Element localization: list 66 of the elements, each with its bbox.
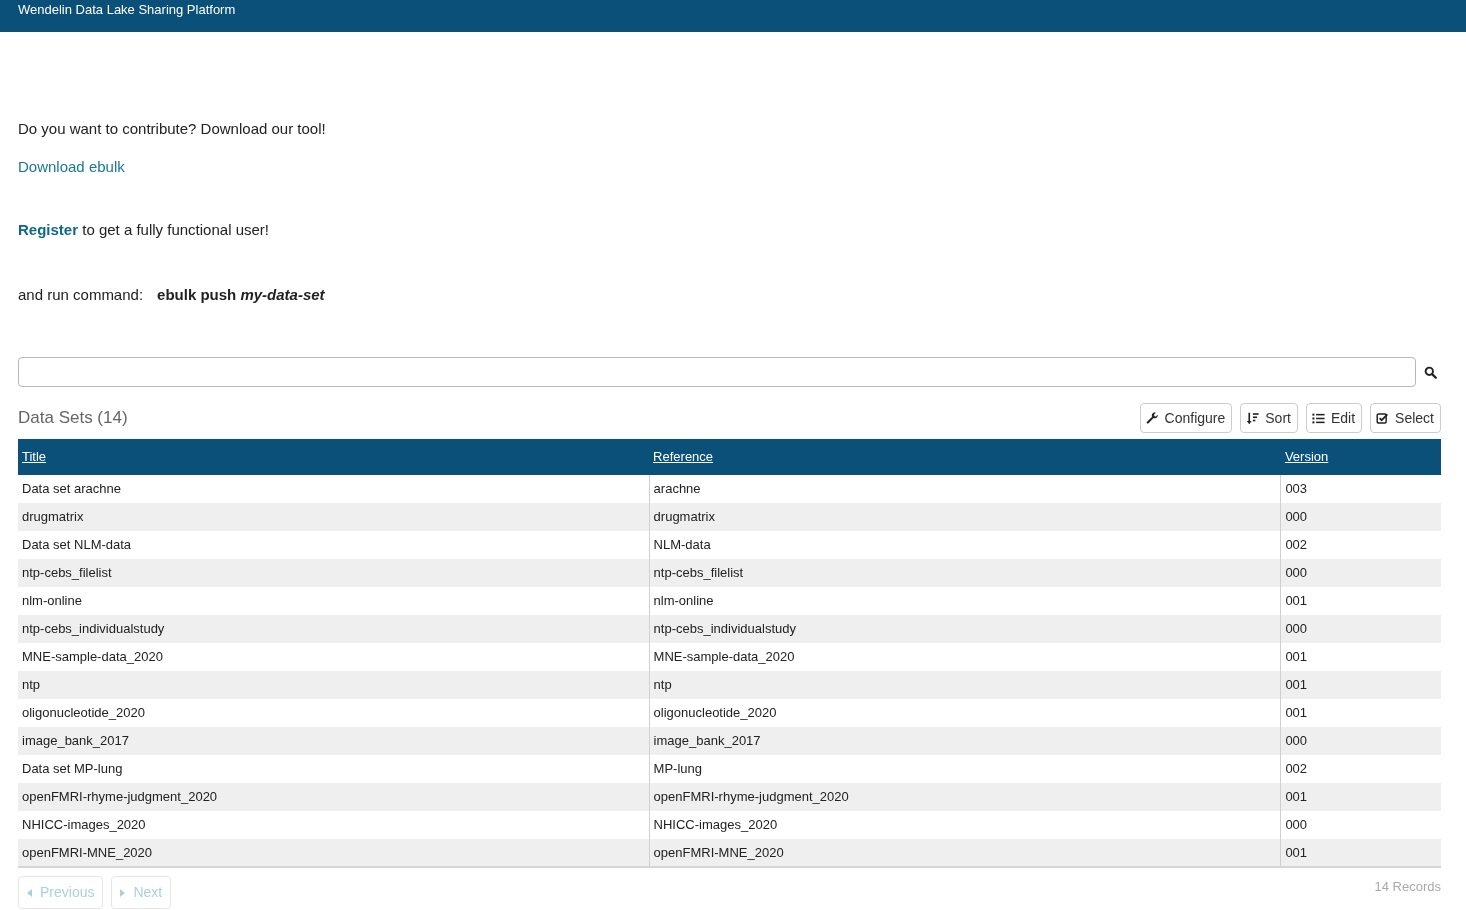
toolbar-button[interactable]: Select: [1370, 403, 1441, 433]
table-cell: 000: [1280, 811, 1441, 839]
table-cell: drugmatrix: [649, 503, 1281, 531]
table-cell: ntp-cebs_filelist: [18, 559, 650, 587]
wrench-icon: [1145, 411, 1159, 425]
table-cell: 001: [1280, 839, 1441, 867]
column-header-link[interactable]: Title: [22, 449, 47, 465]
table-cell: 000: [1280, 727, 1441, 755]
download-link[interactable]: Download ebulk: [18, 158, 125, 175]
command-text: ebulk push my-data-set: [157, 285, 325, 305]
table-cell: oligonucleotide_2020: [649, 699, 1281, 727]
intro-text: Do you want to contribute? Download our tool!: [18, 119, 327, 139]
table-cell: openFMRI-MNE_2020: [18, 839, 650, 867]
table-cell: NHICC-images_2020: [649, 811, 1281, 839]
table-cell: Data set NLM-data: [18, 531, 650, 559]
data-sets-title: Data Sets (14): [18, 407, 128, 430]
table-cell: 000: [1280, 559, 1441, 587]
sort-icon: [1246, 411, 1260, 425]
search-icon[interactable]: [1424, 365, 1437, 379]
table-cell: ntp-cebs_filelist: [649, 559, 1281, 587]
command-label: and run command:: [18, 285, 144, 305]
table-cell: 001: [1280, 783, 1441, 811]
table-cell: 000: [1280, 503, 1441, 531]
register-link[interactable]: Register: [18, 221, 79, 238]
table-cell: openFMRI-MNE_2020: [649, 839, 1281, 867]
column-header-link[interactable]: Reference: [653, 449, 714, 465]
column-header-link[interactable]: Version: [1284, 449, 1329, 465]
toolbar-button[interactable]: Configure: [1139, 403, 1233, 433]
table-cell: 002: [1280, 755, 1441, 783]
caret-right-icon: [120, 888, 126, 897]
table-cell: ntp-cebs_individualstudy: [649, 615, 1281, 643]
toolbar-button[interactable]: Sort: [1240, 403, 1298, 433]
table-cell: drugmatrix: [18, 503, 650, 531]
table-cell: ntp-cebs_individualstudy: [18, 615, 650, 643]
table-cell: MP-lung: [649, 755, 1281, 783]
list-icon: [1311, 411, 1325, 425]
table-cell: MNE-sample-data_2020: [18, 643, 650, 671]
table-cell: nlm-online: [649, 587, 1281, 615]
table-cell: 001: [1280, 699, 1441, 727]
checkbox-icon: [1376, 411, 1390, 425]
record-count: 14 Records: [1374, 878, 1441, 896]
site-title: Wendelin Data Lake Sharing Platform: [18, 2, 236, 18]
table-cell: Data set MP-lung: [18, 755, 650, 783]
table-cell: NLM-data: [649, 531, 1281, 559]
table-cell: 000: [1280, 615, 1441, 643]
table-cell: ntp: [649, 671, 1281, 699]
table-cell: 001: [1280, 643, 1441, 671]
table-cell: image_bank_2017: [18, 727, 650, 755]
table-cell: openFMRI-rhyme-judgment_2020: [649, 783, 1281, 811]
table-cell: 001: [1280, 671, 1441, 699]
table-cell: ntp: [18, 671, 650, 699]
table-cell: NHICC-images_2020: [18, 811, 650, 839]
table-cell: MNE-sample-data_2020: [649, 643, 1281, 671]
table-cell: openFMRI-rhyme-judgment_2020: [18, 783, 650, 811]
table-cell: oligonucleotide_2020: [18, 699, 650, 727]
caret-left-icon: [27, 888, 32, 897]
table-cell: 001: [1280, 587, 1441, 615]
search-field[interactable]: [18, 357, 1416, 387]
table-cell: arachne: [649, 475, 1281, 503]
table-cell: 002: [1280, 531, 1441, 559]
table-cell: nlm-online: [18, 587, 650, 615]
table-cell: 003: [1280, 475, 1441, 503]
toolbar-button[interactable]: Edit: [1305, 403, 1363, 433]
register-sentence: Register to get a fully functional user!: [18, 220, 270, 240]
table-cell: Data set arachne: [18, 475, 650, 503]
table-cell: image_bank_2017: [649, 727, 1281, 755]
